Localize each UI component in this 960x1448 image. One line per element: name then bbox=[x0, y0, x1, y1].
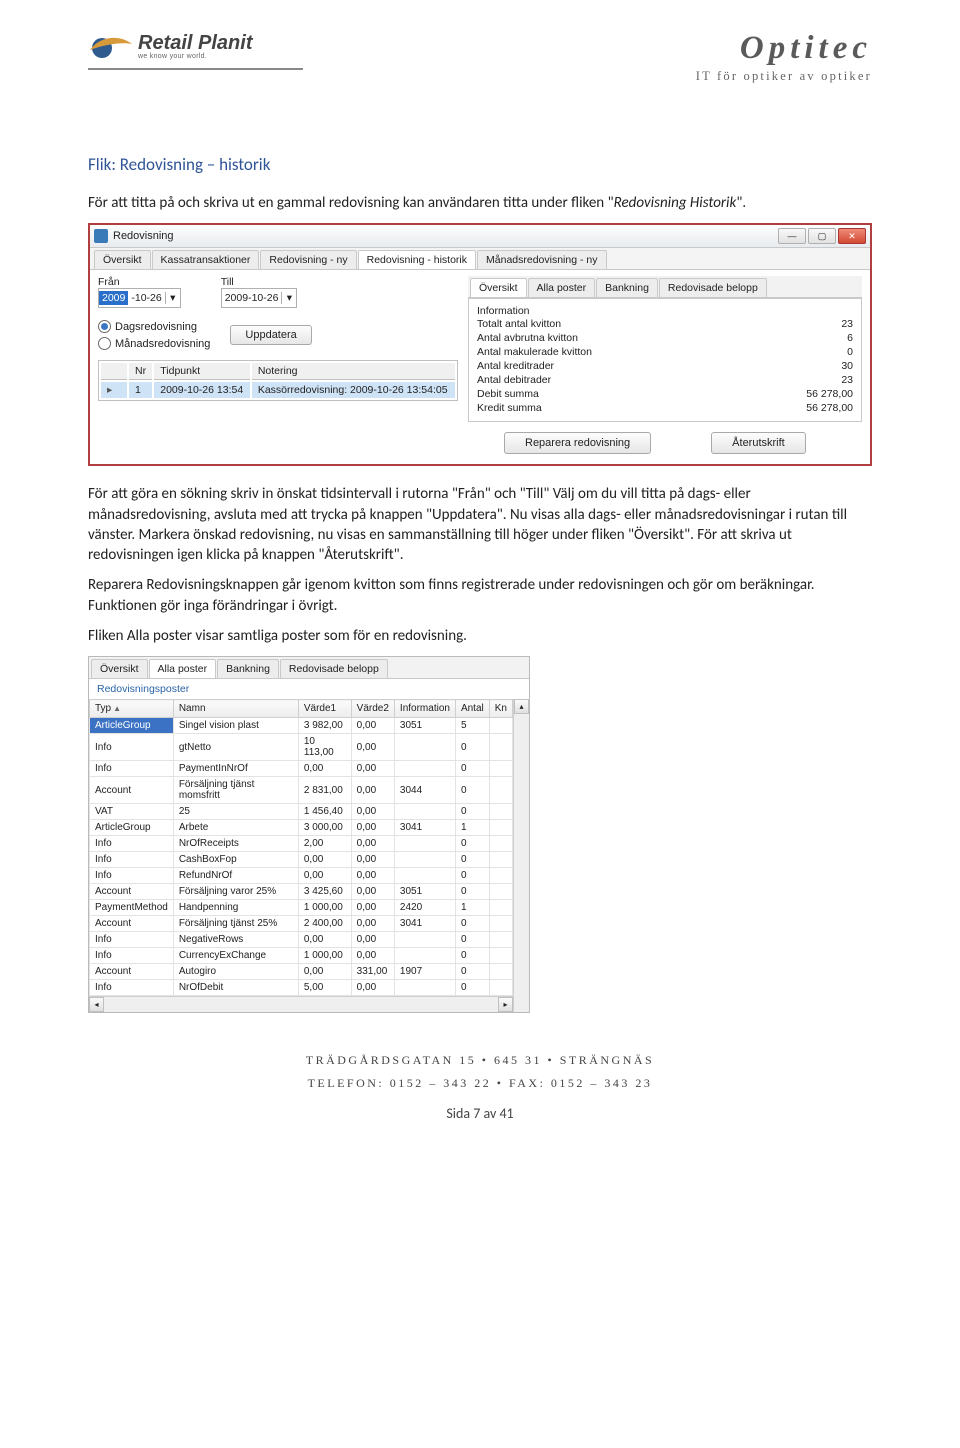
s2-tab-redovisade-belopp[interactable]: Redovisade belopp bbox=[280, 659, 388, 678]
subtab-oversikt[interactable]: Översikt bbox=[470, 278, 527, 297]
subtab-bankning[interactable]: Bankning bbox=[596, 278, 658, 297]
table-row[interactable]: VAT251 456,400,000 bbox=[90, 804, 513, 820]
tab-oversikt[interactable]: Översikt bbox=[94, 250, 151, 269]
app-icon bbox=[94, 229, 108, 243]
page-header: Retail Planit we know your world. Optite… bbox=[88, 30, 872, 84]
col-namn[interactable]: Namn bbox=[173, 700, 298, 718]
scroll-right-icon[interactable]: ▸ bbox=[498, 997, 513, 1012]
intro-paragraph: För att titta på och skriva ut en gammal… bbox=[88, 193, 872, 213]
chevron-down-icon[interactable]: ▾ bbox=[281, 292, 296, 304]
table-row[interactable]: InfogtNetto10 113,000,000 bbox=[90, 734, 513, 761]
table-row[interactable]: AccountAutogiro0,00331,0019070 bbox=[90, 964, 513, 980]
footer-address: TRÄDGÅRDSGATAN 15 • 645 31 • STRÄNGNÄS bbox=[88, 1053, 872, 1068]
tab-kassatransaktioner[interactable]: Kassatransaktioner bbox=[152, 250, 260, 269]
window-titlebar: Redovisning — ▢ ✕ bbox=[90, 225, 870, 248]
sort-asc-icon: ▲ bbox=[113, 704, 121, 713]
table-row[interactable]: ArticleGroupArbete3 000,000,0030411 bbox=[90, 820, 513, 836]
horizontal-scrollbar[interactable]: ◂ ▸ bbox=[89, 996, 513, 1012]
update-button[interactable]: Uppdatera bbox=[230, 325, 311, 345]
tab-redovisning-historik[interactable]: Redovisning - historik bbox=[358, 250, 476, 269]
date-to-input[interactable]: 2009-10-26▾ bbox=[221, 288, 298, 308]
col-typ[interactable]: Typ▲ bbox=[90, 700, 174, 718]
label-fran: Från bbox=[98, 276, 181, 288]
chevron-down-icon[interactable]: ▾ bbox=[165, 292, 180, 304]
date-from-input[interactable]: 2009-10-26▾ bbox=[98, 288, 181, 308]
footer-phone: TELEFON: 0152 – 343 22 • FAX: 0152 – 343… bbox=[88, 1076, 872, 1091]
table-row[interactable]: InfoRefundNrOf0,000,000 bbox=[90, 868, 513, 884]
col-varde1[interactable]: Värde1 bbox=[298, 700, 351, 718]
col-varde2[interactable]: Värde2 bbox=[351, 700, 394, 718]
reprint-button[interactable]: Återutskrift bbox=[711, 432, 806, 454]
poster-grid[interactable]: Typ▲ Namn Värde1 Värde2 Information Anta… bbox=[89, 699, 513, 996]
scroll-left-icon[interactable]: ◂ bbox=[89, 997, 104, 1012]
logo-text: Retail Planit bbox=[138, 32, 252, 55]
table-row[interactable]: InfoNrOfDebit5,000,000 bbox=[90, 980, 513, 996]
vertical-scrollbar[interactable]: ▴ bbox=[513, 699, 529, 1012]
page-footer: TRÄDGÅRDSGATAN 15 • 645 31 • STRÄNGNÄS T… bbox=[88, 1053, 872, 1122]
table-row[interactable]: AccountFörsäljning tjänst momsfritt2 831… bbox=[90, 777, 513, 804]
col-antal[interactable]: Antal bbox=[455, 700, 489, 718]
main-tabstrip: Översikt Kassatransaktioner Redovisning … bbox=[90, 248, 870, 270]
table-row[interactable]: ▸ 1 2009-10-26 13:54 Kassörredovisning: … bbox=[101, 382, 455, 398]
brand-subtitle: IT för optiker av optiker bbox=[696, 69, 872, 84]
brand-block: Optitec IT för optiker av optiker bbox=[696, 30, 872, 84]
table-row[interactable]: InfoNrOfReceipts2,000,000 bbox=[90, 836, 513, 852]
screenshot-redovisning-window: Redovisning — ▢ ✕ Översikt Kassatransakt… bbox=[88, 223, 872, 466]
paragraph-2: För att göra en sökning skriv in önskat … bbox=[88, 484, 872, 565]
minimize-button[interactable]: — bbox=[778, 228, 806, 244]
window-title: Redovisning bbox=[113, 230, 174, 242]
close-button[interactable]: ✕ bbox=[838, 228, 866, 244]
subtab-redovisade-belopp[interactable]: Redovisade belopp bbox=[659, 278, 767, 297]
radio-dagsredovisning[interactable] bbox=[98, 320, 111, 333]
grid-header-row: Typ▲ Namn Värde1 Värde2 Information Anta… bbox=[90, 700, 513, 718]
subtab-alla-poster[interactable]: Alla poster bbox=[528, 278, 596, 297]
col-information[interactable]: Information bbox=[394, 700, 455, 718]
tab-redovisning-ny[interactable]: Redovisning - ny bbox=[260, 250, 356, 269]
logo: Retail Planit we know your world. bbox=[88, 30, 303, 62]
brand-title: Optitec bbox=[696, 30, 872, 67]
s2-tab-bankning[interactable]: Bankning bbox=[217, 659, 279, 678]
radio-manadsredovisning[interactable] bbox=[98, 337, 111, 350]
row-marker-icon: ▸ bbox=[101, 382, 127, 398]
scroll-up-icon[interactable]: ▴ bbox=[514, 699, 529, 714]
table-row[interactable]: PaymentMethodHandpenning1 000,000,002420… bbox=[90, 900, 513, 916]
s2-tab-alla-poster[interactable]: Alla poster bbox=[149, 659, 217, 678]
page-number: Sida 7 av 41 bbox=[88, 1105, 872, 1122]
table-row[interactable]: AccountFörsäljning varor 25%3 425,600,00… bbox=[90, 884, 513, 900]
info-title: Information bbox=[477, 305, 853, 317]
label-till: Till bbox=[221, 276, 298, 288]
header-rule bbox=[88, 68, 303, 70]
alla-poster-tabstrip: Översikt Alla poster Bankning Redovisade… bbox=[89, 657, 529, 679]
tab-manadsredovisning-ny[interactable]: Månadsredovisning - ny bbox=[477, 250, 606, 269]
paragraph-4: Fliken Alla poster visar samtliga poster… bbox=[88, 626, 872, 646]
group-label: Redovisningsposter bbox=[89, 679, 529, 699]
table-row[interactable]: InfoCashBoxFop0,000,000 bbox=[90, 852, 513, 868]
maximize-button[interactable]: ▢ bbox=[808, 228, 836, 244]
repair-button[interactable]: Reparera redovisning bbox=[504, 432, 651, 454]
table-row[interactable]: InfoNegativeRows0,000,000 bbox=[90, 932, 513, 948]
redovisning-list-grid[interactable]: Nr Tidpunkt Notering ▸ 1 2009-10-26 13:5… bbox=[98, 360, 458, 401]
globe-swoosh-icon bbox=[88, 30, 132, 62]
s2-tab-oversikt[interactable]: Översikt bbox=[91, 659, 148, 678]
table-row[interactable]: InfoPaymentInNrOf0,000,000 bbox=[90, 761, 513, 777]
col-kn[interactable]: Kn bbox=[489, 700, 512, 718]
table-row[interactable]: ArticleGroupSingel vision plast3 982,000… bbox=[90, 718, 513, 734]
section-title: Flik: Redovisning – historik bbox=[88, 154, 872, 175]
detail-tabstrip: Översikt Alla poster Bankning Redovisade… bbox=[468, 276, 862, 298]
paragraph-3: Reparera Redovisningsknappen går igenom … bbox=[88, 575, 872, 616]
table-row[interactable]: InfoCurrencyExChange1 000,000,000 bbox=[90, 948, 513, 964]
info-panel: Information Totalt antal kvitton23 Antal… bbox=[468, 298, 862, 422]
table-row[interactable]: AccountFörsäljning tjänst 25%2 400,000,0… bbox=[90, 916, 513, 932]
screenshot-alla-poster: Översikt Alla poster Bankning Redovisade… bbox=[88, 656, 530, 1013]
